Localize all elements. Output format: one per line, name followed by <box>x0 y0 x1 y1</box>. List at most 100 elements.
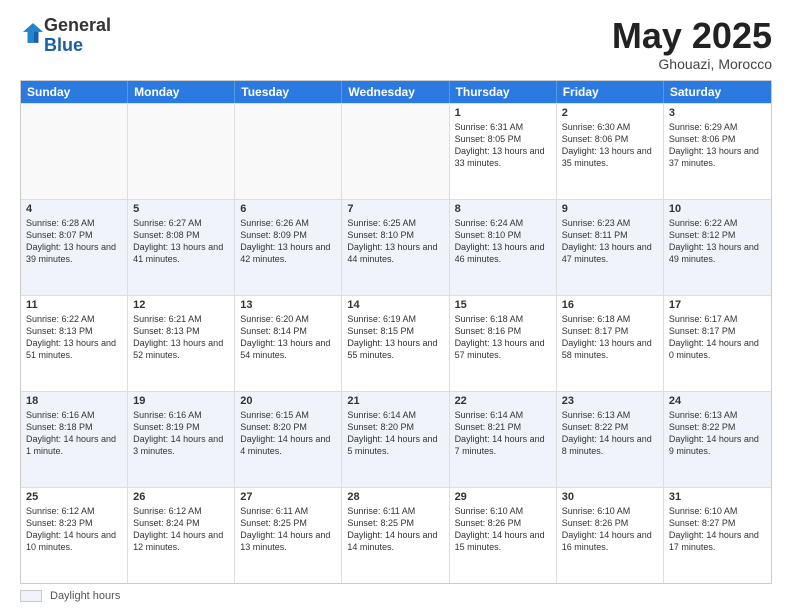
title-block: May 2025 Ghouazi, Morocco <box>612 16 772 72</box>
cell-text: Sunrise: 6:10 AM Sunset: 8:27 PM Dayligh… <box>669 505 766 554</box>
day-number: 29 <box>455 491 551 503</box>
cal-cell: 22 Sunrise: 6:14 AM Sunset: 8:21 PM Dayli… <box>450 392 557 487</box>
day-number: 13 <box>240 299 336 311</box>
footer: Daylight hours <box>20 590 772 602</box>
cell-text: Sunrise: 6:16 AM Sunset: 8:19 PM Dayligh… <box>133 409 229 458</box>
cal-cell: 6 Sunrise: 6:26 AM Sunset: 8:09 PM Daylig… <box>235 200 342 295</box>
cal-cell: 8Sunrise: 6:24 AM Sunset: 8:10 PM Daylig… <box>450 200 557 295</box>
day-number: 21 <box>347 395 443 407</box>
cal-header-wednesday: Wednesday <box>342 81 449 103</box>
cell-text: Sunrise: 6:27 AM Sunset: 8:08 PM Dayligh… <box>133 217 229 266</box>
cal-cell: 29 Sunrise: 6:10 AM Sunset: 8:26 PM Dayli… <box>450 488 557 583</box>
cal-cell <box>21 104 128 199</box>
day-number: 11 <box>26 299 122 311</box>
day-number: 26 <box>133 491 229 503</box>
cal-cell: 21 Sunrise: 6:14 AM Sunset: 8:20 PM Dayli… <box>342 392 449 487</box>
cell-text: Sunrise: 6:18 AM Sunset: 8:17 PM Dayligh… <box>562 313 658 362</box>
logo-icon <box>22 22 44 44</box>
cal-header-saturday: Saturday <box>664 81 771 103</box>
cell-text: Sunrise: 6:29 AM Sunset: 8:06 PM Dayligh… <box>669 121 766 170</box>
cell-text: Sunrise: 6:28 AM Sunset: 8:07 PM Dayligh… <box>26 217 122 266</box>
day-number: 17 <box>669 299 766 311</box>
day-number: 8 <box>455 203 551 215</box>
day-number: 7 <box>347 203 443 215</box>
day-number: 18 <box>26 395 122 407</box>
cal-cell <box>342 104 449 199</box>
cell-text: Sunrise: 6:16 AM Sunset: 8:18 PM Dayligh… <box>26 409 122 458</box>
day-number: 22 <box>455 395 551 407</box>
cal-cell: 23 Sunrise: 6:13 AM Sunset: 8:22 PM Dayli… <box>557 392 664 487</box>
legend-label: Daylight hours <box>50 590 120 602</box>
day-number: 28 <box>347 491 443 503</box>
cal-header-monday: Monday <box>128 81 235 103</box>
cal-cell: 13 Sunrise: 6:20 AM Sunset: 8:14 PM Dayli… <box>235 296 342 391</box>
cal-row-1: 1Sunrise: 6:31 AM Sunset: 8:05 PM Daylig… <box>21 103 771 199</box>
calendar-body: 1Sunrise: 6:31 AM Sunset: 8:05 PM Daylig… <box>21 103 771 583</box>
cell-text: Sunrise: 6:26 AM Sunset: 8:09 PM Dayligh… <box>240 217 336 266</box>
month-title: May 2025 <box>612 16 772 56</box>
cal-cell: 18 Sunrise: 6:16 AM Sunset: 8:18 PM Dayli… <box>21 392 128 487</box>
cell-text: Sunrise: 6:18 AM Sunset: 8:16 PM Dayligh… <box>455 313 551 362</box>
logo-blue-text: Blue <box>44 35 83 55</box>
day-number: 4 <box>26 203 122 215</box>
cell-text: Sunrise: 6:11 AM Sunset: 8:25 PM Dayligh… <box>347 505 443 554</box>
cal-cell: 9Sunrise: 6:23 AM Sunset: 8:11 PM Daylig… <box>557 200 664 295</box>
cell-text: Sunrise: 6:12 AM Sunset: 8:23 PM Dayligh… <box>26 505 122 554</box>
day-number: 20 <box>240 395 336 407</box>
cell-text: Sunrise: 6:31 AM Sunset: 8:05 PM Dayligh… <box>455 121 551 170</box>
cell-text: Sunrise: 6:25 AM Sunset: 8:10 PM Dayligh… <box>347 217 443 266</box>
cal-cell: 16Sunrise: 6:18 AM Sunset: 8:17 PM Dayli… <box>557 296 664 391</box>
cal-cell <box>128 104 235 199</box>
calendar: SundayMondayTuesdayWednesdayThursdayFrid… <box>20 80 772 584</box>
cal-cell: 12Sunrise: 6:21 AM Sunset: 8:13 PM Dayli… <box>128 296 235 391</box>
cal-cell: 28 Sunrise: 6:11 AM Sunset: 8:25 PM Dayli… <box>342 488 449 583</box>
day-number: 30 <box>562 491 658 503</box>
day-number: 19 <box>133 395 229 407</box>
day-number: 14 <box>347 299 443 311</box>
cell-text: Sunrise: 6:22 AM Sunset: 8:12 PM Dayligh… <box>669 217 766 266</box>
cell-text: Sunrise: 6:10 AM Sunset: 8:26 PM Dayligh… <box>455 505 551 554</box>
day-number: 15 <box>455 299 551 311</box>
cal-cell: 2 Sunrise: 6:30 AM Sunset: 8:06 PM Daylig… <box>557 104 664 199</box>
day-number: 3 <box>669 107 766 119</box>
day-number: 27 <box>240 491 336 503</box>
cell-text: Sunrise: 6:17 AM Sunset: 8:17 PM Dayligh… <box>669 313 766 362</box>
cal-cell: 19 Sunrise: 6:16 AM Sunset: 8:19 PM Dayli… <box>128 392 235 487</box>
logo: General Blue <box>20 16 111 56</box>
page: General Blue May 2025 Ghouazi, Morocco S… <box>0 0 792 612</box>
cell-text: Sunrise: 6:12 AM Sunset: 8:24 PM Dayligh… <box>133 505 229 554</box>
cal-cell: 7 Sunrise: 6:25 AM Sunset: 8:10 PM Daylig… <box>342 200 449 295</box>
cell-text: Sunrise: 6:13 AM Sunset: 8:22 PM Dayligh… <box>562 409 658 458</box>
header: General Blue May 2025 Ghouazi, Morocco <box>20 16 772 72</box>
cal-cell: 25Sunrise: 6:12 AM Sunset: 8:23 PM Dayli… <box>21 488 128 583</box>
location: Ghouazi, Morocco <box>612 56 772 72</box>
cell-text: Sunrise: 6:20 AM Sunset: 8:14 PM Dayligh… <box>240 313 336 362</box>
cell-text: Sunrise: 6:14 AM Sunset: 8:21 PM Dayligh… <box>455 409 551 458</box>
cal-cell: 5 Sunrise: 6:27 AM Sunset: 8:08 PM Daylig… <box>128 200 235 295</box>
cal-row-2: 4 Sunrise: 6:28 AM Sunset: 8:07 PM Daylig… <box>21 199 771 295</box>
day-number: 2 <box>562 107 658 119</box>
cal-cell: 26 Sunrise: 6:12 AM Sunset: 8:24 PM Dayli… <box>128 488 235 583</box>
cal-cell: 24 Sunrise: 6:13 AM Sunset: 8:22 PM Dayli… <box>664 392 771 487</box>
cal-header-friday: Friday <box>557 81 664 103</box>
cal-cell: 30Sunrise: 6:10 AM Sunset: 8:26 PM Dayli… <box>557 488 664 583</box>
legend-box <box>20 590 42 602</box>
cal-header-tuesday: Tuesday <box>235 81 342 103</box>
cell-text: Sunrise: 6:19 AM Sunset: 8:15 PM Dayligh… <box>347 313 443 362</box>
day-number: 31 <box>669 491 766 503</box>
day-number: 9 <box>562 203 658 215</box>
day-number: 23 <box>562 395 658 407</box>
cal-cell: 15 Sunrise: 6:18 AM Sunset: 8:16 PM Dayli… <box>450 296 557 391</box>
cell-text: Sunrise: 6:30 AM Sunset: 8:06 PM Dayligh… <box>562 121 658 170</box>
cell-text: Sunrise: 6:14 AM Sunset: 8:20 PM Dayligh… <box>347 409 443 458</box>
day-number: 5 <box>133 203 229 215</box>
day-number: 6 <box>240 203 336 215</box>
cal-cell: 4 Sunrise: 6:28 AM Sunset: 8:07 PM Daylig… <box>21 200 128 295</box>
cell-text: Sunrise: 6:13 AM Sunset: 8:22 PM Dayligh… <box>669 409 766 458</box>
cell-text: Sunrise: 6:15 AM Sunset: 8:20 PM Dayligh… <box>240 409 336 458</box>
day-number: 24 <box>669 395 766 407</box>
day-number: 12 <box>133 299 229 311</box>
cal-cell: 20 Sunrise: 6:15 AM Sunset: 8:20 PM Dayli… <box>235 392 342 487</box>
cal-cell: 10Sunrise: 6:22 AM Sunset: 8:12 PM Dayli… <box>664 200 771 295</box>
cal-header-sunday: Sunday <box>21 81 128 103</box>
